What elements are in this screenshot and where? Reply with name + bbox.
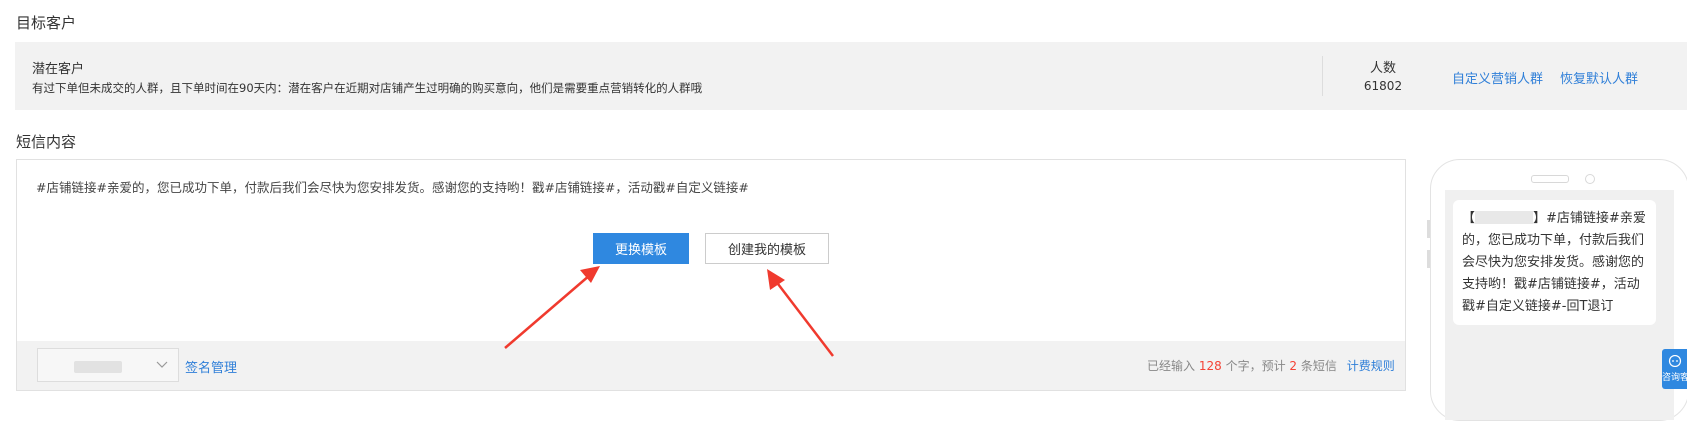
audience-count-value: 61802 xyxy=(1363,79,1403,93)
sms-preview-bubble: 【】#店铺链接#亲爱的，您已成功下单，付款后我们会尽快为您安排发货。感谢您的支持… xyxy=(1453,200,1656,325)
signature-manage-link[interactable]: 签名管理 xyxy=(185,357,237,376)
reset-audience-link[interactable]: 恢复默认人群 xyxy=(1560,68,1638,87)
billing-rules-link[interactable]: 计费规则 xyxy=(1347,359,1395,373)
phone-preview: 【】#店铺链接#亲爱的，您已成功下单，付款后我们会尽快为您安排发货。感谢您的支持… xyxy=(1427,159,1687,421)
shop-name-redacted xyxy=(1475,211,1534,224)
signature-value-redacted xyxy=(74,361,122,373)
phone-camera xyxy=(1585,174,1595,184)
chevron-down-icon xyxy=(156,361,168,368)
editor-toolbar: 签名管理 已经输入 128 个字，预计 2 条短信 计费规则 xyxy=(17,341,1405,390)
divider xyxy=(1322,56,1323,96)
phone-side-button xyxy=(1427,250,1430,268)
customer-service-widget[interactable]: 咨询客服 xyxy=(1662,349,1687,389)
sms-message-text[interactable]: #店铺链接#亲爱的，您已成功下单，付款后我们会尽快为您安排发货。感谢您的支持哟！… xyxy=(36,177,749,196)
customer-service-label: 咨询客服 xyxy=(1662,373,1687,383)
sms-editor[interactable]: #店铺链接#亲爱的，您已成功下单，付款后我们会尽快为您安排发货。感谢您的支持哟！… xyxy=(16,159,1406,391)
create-template-button[interactable]: 创建我的模板 xyxy=(705,233,829,264)
target-customers-title: 目标客户 xyxy=(16,14,77,32)
signature-select[interactable] xyxy=(37,348,179,382)
audience-description: 有过下单但未成交的人群，且下单时间在90天内：潜在客户在近期对店铺产生过明确的购… xyxy=(32,81,703,95)
chat-icon xyxy=(1668,354,1681,368)
sms-content-title: 短信内容 xyxy=(16,133,77,151)
char-counter: 已经输入 128 个字，预计 2 条短信 计费规则 xyxy=(1147,359,1395,373)
char-count: 128 xyxy=(1198,359,1222,373)
audience-count-label: 人数 xyxy=(1369,61,1396,76)
custom-audience-link[interactable]: 自定义营销人群 xyxy=(1452,68,1543,87)
phone-speaker xyxy=(1531,175,1569,183)
change-template-button[interactable]: 更换模板 xyxy=(593,233,689,264)
audience-panel: 潜在客户 有过下单但未成交的人群，且下单时间在90天内：潜在客户在近期对店铺产生… xyxy=(15,42,1687,110)
phone-side-button xyxy=(1427,220,1430,238)
sms-preview-text: #店铺链接#亲爱的，您已成功下单，付款后我们会尽快为您安排发货。感谢您的支持哟！… xyxy=(1462,211,1646,314)
phone-screen: 【】#店铺链接#亲爱的，您已成功下单，付款后我们会尽快为您安排发货。感谢您的支持… xyxy=(1445,190,1674,420)
audience-name: 潜在客户 xyxy=(32,62,85,77)
sms-count: 2 xyxy=(1289,359,1298,373)
